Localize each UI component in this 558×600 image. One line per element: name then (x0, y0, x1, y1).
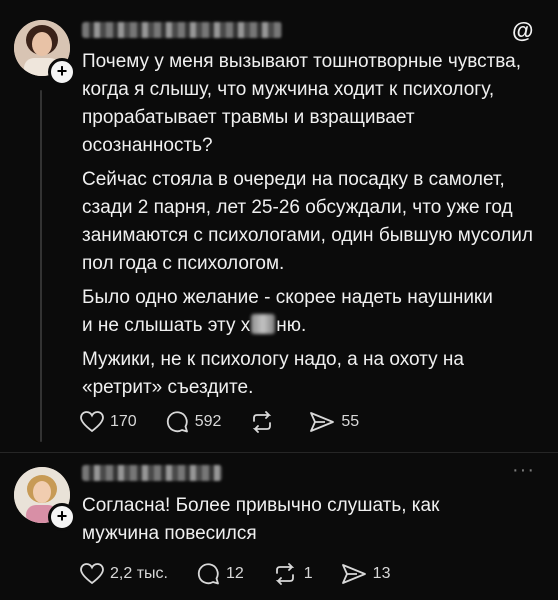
repost-icon (253, 411, 272, 433)
post-paragraph: и не слышать эту х ню. (82, 312, 540, 340)
post-reply: + ··· Согласна! Более привычно слушать, … (0, 455, 558, 600)
comment-icon (197, 563, 219, 585)
comment-count: 12 (225, 565, 244, 582)
like-count: 170 (110, 413, 137, 430)
comment-button[interactable]: 592 (165, 410, 222, 434)
share-button[interactable]: 13 (341, 563, 391, 585)
heart-icon (80, 411, 104, 433)
post-paragraph: Мужики, не к психологу надо, а на охоту … (82, 349, 464, 398)
follow-plus-icon[interactable]: + (48, 58, 76, 86)
heart-icon (80, 563, 104, 585)
share-count: 13 (372, 565, 391, 582)
repost-button[interactable]: 1 (272, 563, 313, 585)
share-button[interactable]: 55 (309, 411, 359, 433)
username-redacted (82, 465, 222, 481)
threads-logo-icon[interactable]: @ (512, 18, 533, 44)
follow-plus-icon[interactable]: + (48, 503, 76, 531)
censor-blur (251, 314, 276, 334)
like-button[interactable]: 170 (80, 411, 137, 433)
like-count: 2,2 тыс. (110, 565, 168, 582)
post-text-fragment: ню. (276, 315, 307, 336)
post-original: + @ Почему у меня вызывают тошнотворные … (0, 0, 558, 455)
username-redacted (82, 22, 282, 38)
repost-icon (275, 563, 294, 585)
comment-icon (166, 411, 188, 433)
reply-actions: 2,2 тыс. 12 1 13 (80, 562, 418, 586)
post-paragraph: Почему у меня вызывают тошнотворные чувс… (82, 51, 522, 156)
post-text-fragment: и не слышать эту х (82, 315, 251, 336)
reply-text: Согласна! Более привычно слушать, как му… (82, 495, 440, 544)
repost-button[interactable] (249, 411, 281, 433)
send-icon (310, 412, 335, 432)
post-paragraph: Было одно желание - скорее надеть наушни… (82, 284, 540, 312)
send-icon (341, 564, 366, 584)
reply-body: Согласна! Более привычно слушать, как му… (82, 492, 540, 554)
share-count: 55 (341, 413, 360, 430)
comment-button[interactable]: 12 (196, 562, 244, 586)
comment-count: 592 (194, 413, 222, 430)
post-divider (0, 452, 558, 453)
post-body: Почему у меня вызывают тошнотворные чувс… (82, 48, 540, 408)
repost-count: 1 (303, 565, 313, 582)
more-dots-icon[interactable]: ··· (512, 459, 535, 482)
post-actions: 170 592 55 (80, 410, 387, 434)
post-paragraph: Сейчас стояла в очереди на посадку в сам… (82, 169, 533, 274)
thread-line (40, 90, 42, 442)
like-button[interactable]: 2,2 тыс. (80, 563, 168, 585)
post-text-line: Было одно желание - скорее надеть наушни… (82, 287, 493, 308)
